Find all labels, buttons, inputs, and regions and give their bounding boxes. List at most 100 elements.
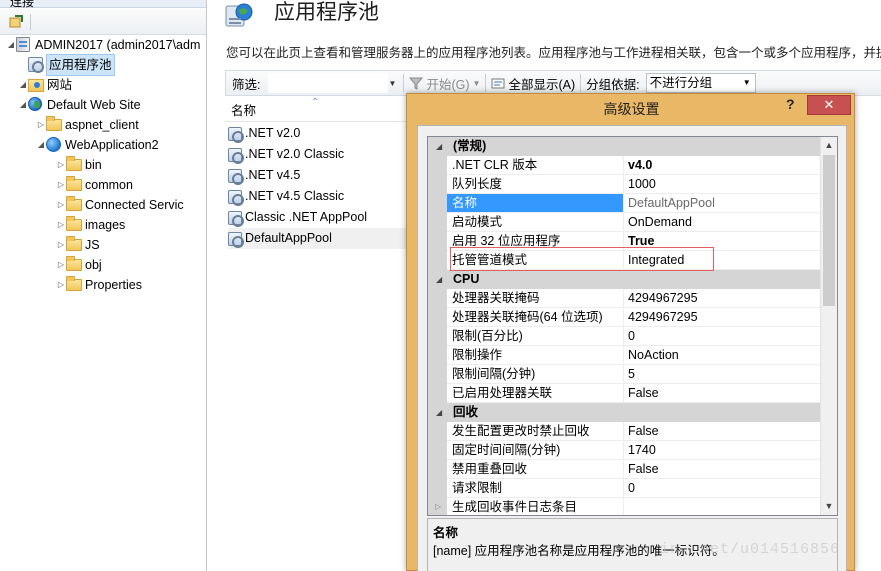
collapse-icon[interactable]: ◢ [6, 35, 16, 55]
property-row[interactable]: 启动模式 OnDemand [428, 213, 820, 232]
scroll-down-icon[interactable]: ▼ [821, 498, 837, 515]
expand-icon[interactable]: ▷ [36, 115, 46, 135]
property-name: 固定时间间隔(分钟) [447, 441, 624, 460]
filter-dropdown-icon[interactable]: ▼ [388, 79, 398, 88]
collapse-icon[interactable]: ◢ [436, 270, 442, 289]
start-filter-button[interactable]: 开始(G) ▼ [409, 74, 480, 93]
app-pool-icon [228, 189, 244, 206]
advanced-settings-dialog: 高级设置 ? ✕ ◢ (常规) .NET CLR 版本 v4.0 队列长度 1000 名称 D… [406, 93, 855, 571]
property-value[interactable]: OnDemand [624, 213, 820, 232]
property-value[interactable] [624, 498, 820, 515]
folder-icon-shape [66, 236, 82, 251]
tree-item[interactable]: ▷ Connected Servic [56, 195, 184, 215]
filter-input[interactable] [268, 73, 389, 93]
collapse-icon[interactable]: ◢ [18, 95, 28, 115]
expand-icon[interactable]: ▷ [435, 498, 441, 515]
property-row[interactable]: 发生配置更改时禁止回收 False [428, 422, 820, 441]
folder-icon [66, 236, 82, 253]
tree-item[interactable]: ▷ aspnet_client [36, 115, 139, 135]
property-row[interactable]: 处理器关联掩码 4294967295 [428, 289, 820, 308]
scroll-thumb[interactable] [823, 155, 835, 306]
app-pool-row[interactable]: DefaultAppPool [228, 228, 408, 249]
property-category[interactable]: ◢ (常规) [428, 137, 820, 156]
property-row-gutter [428, 308, 447, 327]
property-row[interactable]: 禁用重叠回收 False [428, 460, 820, 479]
collapse-icon[interactable]: ◢ [18, 75, 28, 95]
expand-icon[interactable]: ▷ [56, 215, 66, 235]
toolbar-separator [30, 14, 31, 30]
app-pool-icon [228, 168, 244, 185]
funnel-icon [409, 77, 424, 90]
group-by-select[interactable]: 不进行分组 ▼ [645, 73, 756, 93]
property-row[interactable]: 限制间隔(分钟) 5 [428, 365, 820, 384]
property-row[interactable]: 限制操作 NoAction [428, 346, 820, 365]
tree-item[interactable]: ▷ JS [56, 235, 100, 255]
expand-icon[interactable]: ▷ [56, 195, 66, 215]
property-grid-scrollbar[interactable]: ▲ ▼ [820, 137, 837, 515]
property-row[interactable]: 名称 DefaultAppPool [428, 194, 820, 213]
property-value[interactable]: 0 [624, 479, 820, 498]
property-row[interactable]: 托管管道模式 Integrated [428, 251, 820, 270]
collapse-icon[interactable]: ◢ [36, 135, 46, 155]
tree-item[interactable]: ◢ WebApplication2 [36, 135, 159, 155]
property-value[interactable]: NoAction [624, 346, 820, 365]
property-row[interactable]: 已启用处理器关联 False [428, 384, 820, 403]
property-category[interactable]: ◢ CPU [428, 270, 820, 289]
scroll-up-icon[interactable]: ▲ [821, 137, 837, 154]
expand-icon[interactable]: ▷ [56, 175, 66, 195]
tree-item[interactable]: ◢ 网站 [18, 75, 72, 95]
property-row[interactable]: 队列长度 1000 [428, 175, 820, 194]
property-value[interactable]: Integrated [624, 251, 820, 270]
close-button[interactable]: ✕ [807, 95, 851, 115]
help-button[interactable]: ? [786, 96, 795, 112]
property-row-gutter [428, 460, 447, 479]
tree-item[interactable]: 应用程序池 [18, 54, 115, 76]
folder-icon-shape [66, 196, 82, 211]
property-name: 生成回收事件日志条目 [447, 498, 624, 515]
expand-icon[interactable]: ▷ [56, 275, 66, 295]
property-row[interactable]: 处理器关联掩码(64 位选项) 4294967295 [428, 308, 820, 327]
property-value[interactable]: 1000 [624, 175, 820, 194]
app-pool-row[interactable]: .NET v4.5 Classic [228, 186, 344, 207]
property-value[interactable]: 0 [624, 327, 820, 346]
name-column-header[interactable]: 名称 ⌃ [225, 97, 425, 122]
property-value[interactable]: v4.0 [624, 156, 820, 175]
tree-item[interactable]: ▷ images [56, 215, 125, 235]
property-value[interactable]: 1740 [624, 441, 820, 460]
property-row[interactable]: 限制(百分比) 0 [428, 327, 820, 346]
property-row[interactable]: .NET CLR 版本 v4.0 [428, 156, 820, 175]
folder-icon [66, 176, 82, 193]
property-value[interactable]: False [624, 384, 820, 403]
expand-icon[interactable]: ▷ [56, 255, 66, 275]
property-value[interactable]: False [624, 460, 820, 479]
tree-item[interactable]: ▷ Properties [56, 275, 142, 295]
property-value[interactable]: 4294967295 [624, 308, 820, 327]
property-value[interactable]: 4294967295 [624, 289, 820, 308]
property-row[interactable]: 固定时间间隔(分钟) 1740 [428, 441, 820, 460]
property-row[interactable]: 启用 32 位应用程序 True [428, 232, 820, 251]
collapse-icon[interactable]: ◢ [436, 403, 442, 422]
tree-item-label: bin [85, 158, 102, 172]
property-value[interactable]: DefaultAppPool [624, 194, 820, 213]
app-pool-row[interactable]: Classic .NET AppPool [228, 207, 367, 228]
property-row[interactable]: ▷ 生成回收事件日志条目 [428, 498, 820, 515]
collapse-icon[interactable]: ◢ [436, 137, 442, 156]
expand-icon[interactable]: ▷ [56, 155, 66, 175]
app-pool-row[interactable]: .NET v2.0 [228, 123, 300, 144]
tree-item[interactable]: ▷ bin [56, 155, 102, 175]
expand-icon[interactable]: ▷ [56, 235, 66, 255]
app-pool-row[interactable]: .NET v2.0 Classic [228, 144, 344, 165]
property-value[interactable]: False [624, 422, 820, 441]
show-all-button[interactable]: 全部显示(A) [491, 74, 575, 93]
connect-icon[interactable] [9, 15, 23, 29]
tree-item[interactable]: ▷ obj [56, 255, 102, 275]
property-value[interactable]: 5 [624, 365, 820, 384]
property-row-gutter [428, 194, 447, 213]
tree-item[interactable]: ◢ Default Web Site [18, 95, 141, 115]
tree-item[interactable]: ◢ ADMIN2017 (admin2017\adm [6, 35, 200, 55]
property-category[interactable]: ◢ 回收 [428, 403, 820, 422]
app-pool-row[interactable]: .NET v4.5 [228, 165, 300, 186]
tree-item[interactable]: ▷ common [56, 175, 133, 195]
property-value[interactable]: True [624, 232, 820, 251]
property-row[interactable]: 请求限制 0 [428, 479, 820, 498]
